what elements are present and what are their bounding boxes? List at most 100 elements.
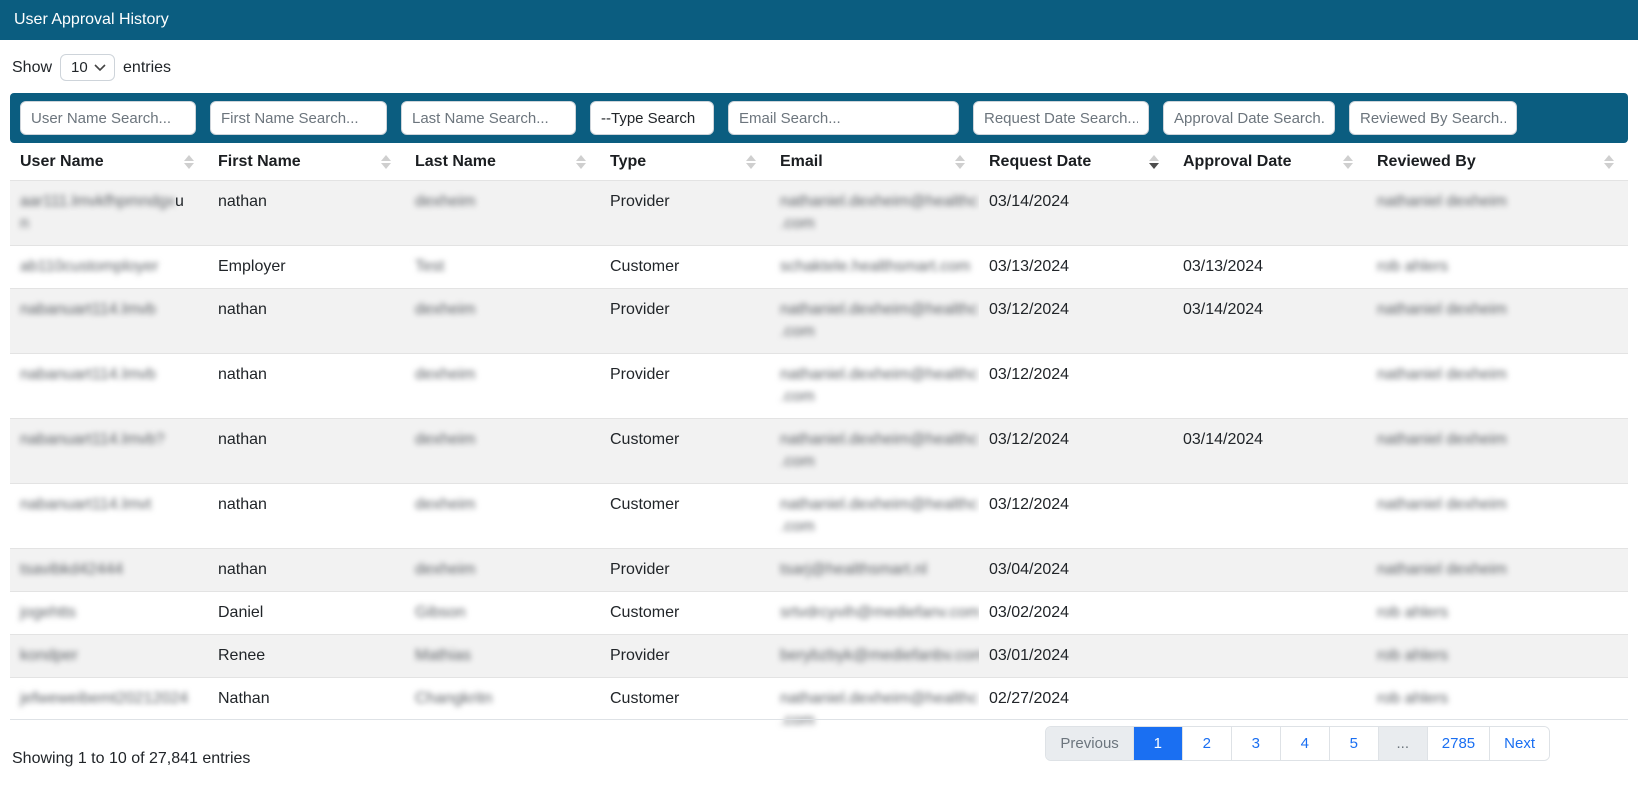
cell-user-name: ab110customployer (10, 246, 208, 289)
table-row: nabanuart114.lmvbnathandexheimProviderna… (10, 354, 1628, 419)
redacted-text: nathaniel dexheim (1377, 366, 1507, 383)
redacted-text: nabanuart114.lmvb (20, 301, 156, 318)
cell-email: nathaniel.dexheim@healthc .com (770, 289, 979, 354)
cell-approval-date (1173, 354, 1367, 419)
page-length-select[interactable]: 10 (60, 54, 115, 81)
cell-type: Customer (600, 419, 770, 484)
request-date-search-input[interactable] (973, 101, 1149, 135)
cell-reviewed-by: rob ahlers (1367, 246, 1628, 289)
table-row: jogehtts DanielGibsonCustomersrtvdrcyvih@… (10, 592, 1628, 635)
redacted-text: .com (780, 518, 815, 535)
cell-last-name: Gibson (405, 592, 600, 635)
reviewed-by-search-input[interactable] (1349, 101, 1517, 135)
user-name-search-input[interactable] (20, 101, 196, 135)
table-header-row: User Name First Name Last Name Type Emai… (10, 143, 1628, 181)
column-header-reviewed-by[interactable]: Reviewed By (1367, 143, 1628, 181)
first-name-search-input[interactable] (210, 101, 387, 135)
previous-button: Previous (1046, 727, 1132, 760)
cell-first-name: Daniel (208, 592, 405, 635)
cell-request-date: 03/04/2024 (979, 549, 1173, 592)
cell-type: Provider (600, 635, 770, 678)
column-header-request-date[interactable]: Request Date (979, 143, 1173, 181)
column-header-user-name[interactable]: User Name (10, 143, 208, 181)
redacted-text: nathaniel.dexheim@healthc (780, 301, 978, 318)
cell-user-name: tsavibkd42444 (10, 549, 208, 592)
redacted-text: dexheim (415, 561, 475, 578)
redacted-text: nathaniel dexheim (1377, 561, 1507, 578)
cell-first-name: Employer (208, 246, 405, 289)
cell-type: Customer (600, 592, 770, 635)
search-filter-band: --Type Search (10, 93, 1628, 143)
cell-request-date: 03/12/2024 (979, 484, 1173, 549)
cell-last-name: dexheim (405, 484, 600, 549)
table-row: nabanuart114.lmvb?nathandexheimCustomern… (10, 419, 1628, 484)
cell-approval-date: 03/14/2024 (1173, 289, 1367, 354)
cell-user-name: kondper (10, 635, 208, 678)
redacted-text: rob ahlers (1377, 604, 1448, 621)
column-header-last-name[interactable]: Last Name (405, 143, 600, 181)
cell-type: Provider (600, 549, 770, 592)
page-button-3[interactable]: 3 (1231, 727, 1280, 760)
cell-reviewed-by: nathaniel dexheim (1367, 181, 1628, 246)
column-header-approval-date[interactable]: Approval Date (1173, 143, 1367, 181)
email-search-input[interactable] (728, 101, 959, 135)
entries-label: entries (123, 59, 171, 77)
title-bar: User Approval History (0, 0, 1638, 40)
column-header-first-name[interactable]: First Name (208, 143, 405, 181)
cell-email: schaktele.healthsmart.com (770, 246, 979, 289)
redacted-text: tsarj@healthsmart.nl (780, 561, 927, 578)
cell-first-name: nathan (208, 549, 405, 592)
type-search-select[interactable]: --Type Search (590, 101, 714, 135)
page-button-1[interactable]: 1 (1133, 727, 1182, 760)
column-header-type[interactable]: Type (600, 143, 770, 181)
cell-user-name: jogehtts (10, 592, 208, 635)
cell-reviewed-by: nathaniel dexheim (1367, 549, 1628, 592)
redacted-text: nathaniel.dexheim@healthc (780, 193, 978, 210)
cell-request-date: 03/01/2024 (979, 635, 1173, 678)
next-button[interactable]: Next (1489, 727, 1549, 760)
approval-date-search-input[interactable] (1163, 101, 1335, 135)
cell-approval-date (1173, 635, 1367, 678)
cell-last-name: dexheim (405, 181, 600, 246)
cell-request-date: 03/12/2024 (979, 419, 1173, 484)
cell-email: nathaniel.dexheim@healthc.com (770, 484, 979, 549)
redacted-text: dexheim (415, 496, 475, 513)
cell-user-name: nabanuart114.lmvb? (10, 419, 208, 484)
cell-first-name: nathan (208, 484, 405, 549)
redacted-text: aar111.lmvkfhpmndgx (20, 193, 175, 210)
redacted-text: .com (780, 323, 815, 340)
cell-first-name: nathan (208, 289, 405, 354)
table-row: tsavibkd42444nathan dexheim Provider tsarj@… (10, 549, 1628, 592)
page-button-2785[interactable]: 2785 (1427, 727, 1489, 760)
cell-request-date: 03/02/2024 (979, 592, 1173, 635)
redacted-text: nabanuart114.lmvt (20, 496, 151, 513)
cell-reviewed-by: nathaniel dexheim (1367, 484, 1628, 549)
redacted-text: ab110customployer (20, 258, 158, 275)
redacted-text: rob ahlers (1377, 690, 1448, 707)
column-header-email[interactable]: Email (770, 143, 979, 181)
redacted-text: berybzbyk@mediefanbv.com (780, 647, 979, 664)
cell-type: Provider (600, 354, 770, 419)
cell-last-name: Mathias (405, 635, 600, 678)
sort-icon (381, 155, 391, 169)
last-name-search-input[interactable] (401, 101, 576, 135)
table-footer: Showing 1 to 10 of 27,841 entries Previo… (10, 719, 1628, 809)
page-button-5[interactable]: 5 (1329, 727, 1378, 760)
cell-reviewed-by: nathaniel dexheim (1367, 354, 1628, 419)
cell-type: Customer (600, 484, 770, 549)
redacted-text: nathaniel.dexheim@healthc (780, 690, 978, 707)
redacted-text: Test (415, 258, 444, 275)
cell-first-name: Renee (208, 635, 405, 678)
cell-first-name: nathan (208, 419, 405, 484)
cell-type: Provider (600, 181, 770, 246)
approval-history-table: User Name First Name Last Name Type Emai… (10, 143, 1628, 742)
page-button-2[interactable]: 2 (1182, 727, 1231, 760)
redacted-text: nathaniel.dexheim@healthc (780, 366, 978, 383)
redacted-text: nathaniel dexheim (1377, 431, 1507, 448)
page-gap: ... (1378, 727, 1427, 760)
redacted-text: Mathias (415, 647, 471, 664)
redacted-text: jogehtts (20, 604, 76, 621)
table-row: nabanuart114.lmvtnathandexheimCustomerna… (10, 484, 1628, 549)
page-button-4[interactable]: 4 (1280, 727, 1329, 760)
cell-email: srtvdrcyvih@mediefanv.com (770, 592, 979, 635)
